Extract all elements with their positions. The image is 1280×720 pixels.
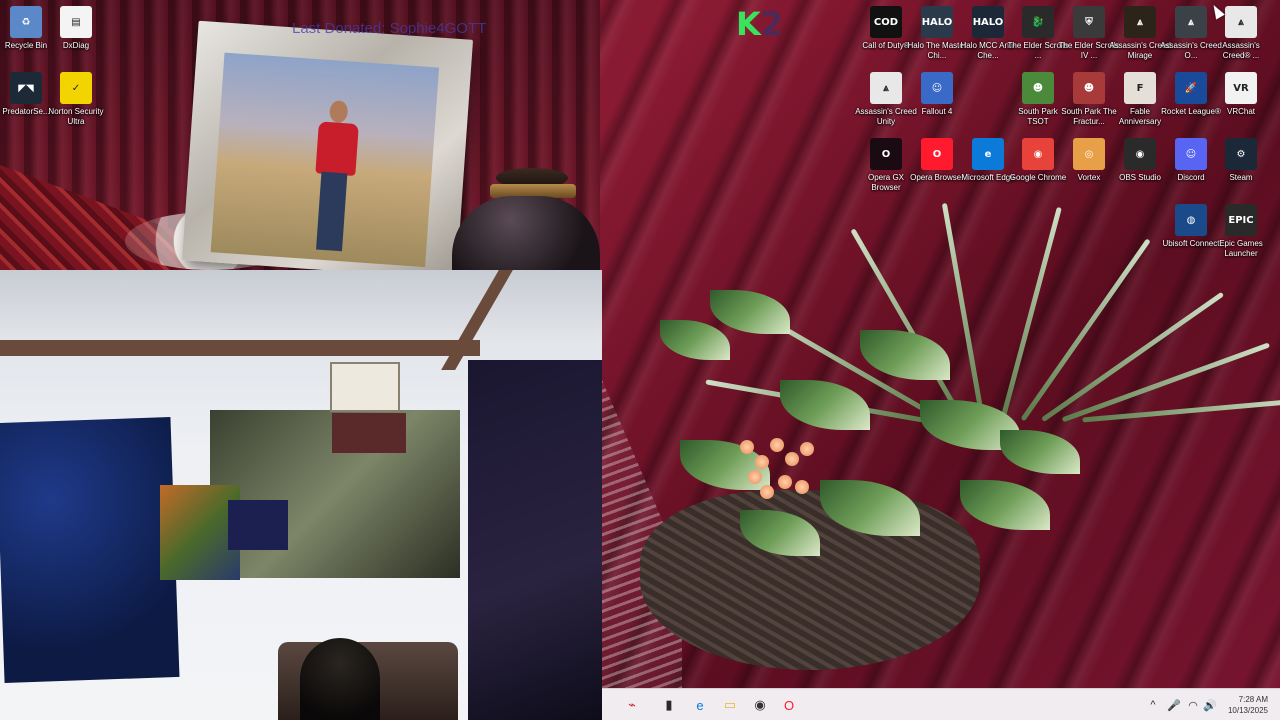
logo-two: 2	[760, 5, 784, 43]
ac-unity-icon: ⩓	[870, 72, 902, 104]
desktop-icon-label: VRChat	[1226, 107, 1255, 116]
elder-scrolls-iv-icon: ⛨	[1073, 6, 1105, 38]
desktop-icon-call-of-duty[interactable]: COD Call of Duty®	[860, 6, 912, 70]
desktop-icon-steam[interactable]: ⚙ Steam	[1215, 138, 1267, 202]
desktop-icon-opera-browser[interactable]: O Opera Browser	[910, 138, 964, 202]
desktop-icon-south-park-tsot[interactable]: ☻ South Park TSOT	[1012, 72, 1064, 136]
vortex-icon: ◎	[1073, 138, 1105, 170]
taskbar-task-view-icon[interactable]: ▮	[657, 693, 681, 717]
south-park-fractured-icon: ☻	[1073, 72, 1105, 104]
predatorsense-icon: ◤◥	[10, 72, 42, 104]
desktop-icon-obs-studio[interactable]: ◉ OBS Studio	[1114, 138, 1166, 202]
elder-scrolls-1-icon: 🐉	[1022, 6, 1054, 38]
taskbar-start-icon[interactable]: ⌁	[620, 693, 644, 717]
ac-odyssey-icon: ⩓	[1175, 6, 1207, 38]
opera-gx-icon: O	[870, 138, 902, 170]
epic-games-icon: EPIC	[1225, 204, 1257, 236]
desktop-icon-elder-scrolls-1[interactable]: 🐉 The Elder Scrolls ...	[1008, 6, 1068, 70]
tray-chevron-icon[interactable]: ^	[1146, 698, 1160, 712]
wifi-icon[interactable]: ◠	[1186, 698, 1200, 712]
microphone-icon[interactable]: 🎤	[1167, 698, 1181, 712]
microsoft-edge-icon: e	[972, 138, 1004, 170]
framed-photo	[210, 52, 440, 268]
desktop-icon-south-park-fractured[interactable]: ☻ South Park The Fractur...	[1061, 72, 1117, 136]
logo-k: K	[736, 5, 761, 43]
desktop-icon-label: Assassin's Creed® ...	[1222, 41, 1260, 60]
recycle-bin-icon: ♻	[10, 6, 42, 38]
clock-date[interactable]: 10/13/2025	[1208, 706, 1268, 715]
photo-person	[306, 99, 362, 252]
desktop-icon-dxdiag[interactable]: ▤ DxDiag	[50, 6, 102, 70]
norton-icon: ✓	[60, 72, 92, 104]
urn	[448, 168, 600, 276]
desktop-icon-discord[interactable]: ☺ Discord	[1165, 138, 1217, 202]
k2-logo: K2	[736, 5, 794, 43]
desktop-icon-label: DxDiag	[62, 41, 90, 50]
desktop-icon-opera-gx[interactable]: O Opera GX Browser	[860, 138, 912, 202]
desktop-icon-label: Epic Games Launcher	[1219, 239, 1263, 258]
picture-frame	[181, 20, 474, 280]
rocket-league-icon: 🚀	[1175, 72, 1207, 104]
desktop-icon-label: Steam	[1229, 173, 1253, 182]
taskbar-opera-icon[interactable]: O	[777, 693, 801, 717]
desktop-icon-halo-master-chief[interactable]: HALO Halo The Master Chi...	[908, 6, 967, 70]
south-park-tsot-icon: ☻	[1022, 72, 1054, 104]
halo-master-chief-icon: HALO	[921, 6, 953, 38]
google-chrome-icon: ◉	[1022, 138, 1054, 170]
fallout-4-icon: ☺	[921, 72, 953, 104]
ac-mirage-icon: ⩓	[1124, 6, 1156, 38]
desktop-icon-label: Fallout 4	[921, 107, 953, 116]
webcam-overlay	[0, 270, 602, 720]
dxdiag-icon: ▤	[60, 6, 92, 38]
desktop-icon-elder-scrolls-iv[interactable]: ⛨ The Elder Scrolls IV ...	[1059, 6, 1119, 70]
vrchat-icon: VR	[1225, 72, 1257, 104]
donation-watermark: Last Donated: Sophie4GOTT	[292, 20, 487, 37]
fable-anniversary-icon: F	[1124, 72, 1156, 104]
clock-time[interactable]: 7:28 AM	[1208, 695, 1268, 704]
taskbar-file-explorer-icon[interactable]: ▭	[718, 693, 742, 717]
discord-icon: ☺	[1175, 138, 1207, 170]
desktop-icon-vortex[interactable]: ◎ Vortex	[1063, 138, 1115, 202]
desktop-icon-google-chrome[interactable]: ◉ Google Chrome	[1010, 138, 1066, 202]
taskbar-edge-icon[interactable]: e	[688, 693, 712, 717]
desktop-icon-ac-mirage[interactable]: ⩓ Assassin's Creed Mirage	[1109, 6, 1171, 70]
ubisoft-connect-icon: ◍	[1175, 204, 1207, 236]
desktop-icon-label: Norton Security Ultra	[48, 107, 104, 126]
taskbar: ⌁ ▮ e ▭ ◉ O ^ 🎤 ◠ 🔊 7:28 AM 10/13/2025	[602, 688, 1280, 720]
steam-icon: ⚙	[1225, 138, 1257, 170]
desktop-icon-vrchat[interactable]: VR VRChat	[1215, 72, 1267, 136]
desktop-icon-rocket-league[interactable]: 🚀 Rocket League®	[1161, 72, 1221, 136]
desktop-icon-norton[interactable]: ✓ Norton Security Ultra	[48, 72, 104, 136]
ac-3-icon: ⩓	[1225, 6, 1257, 38]
opera-browser-icon: O	[921, 138, 953, 170]
halo-mcc-icon: HALO	[972, 6, 1004, 38]
desktop-icon-epic-games[interactable]: EPIC Epic Games Launcher	[1215, 204, 1267, 268]
call-of-duty-icon: COD	[870, 6, 902, 38]
obs-studio-icon: ◉	[1124, 138, 1156, 170]
desktop-icon-fallout-4[interactable]: ☺ Fallout 4	[911, 72, 963, 136]
taskbar-chrome-app-icon[interactable]: ◉	[748, 693, 772, 717]
wallpaper-plant	[620, 180, 1280, 680]
desktop-icon-ac-unity[interactable]: ⩓ Assassin's Creed Unity	[855, 72, 917, 136]
desktop-icon-fable-anniversary[interactable]: F Fable Anniversary	[1114, 72, 1166, 136]
desktop-icon-recycle-bin[interactable]: ♻ Recycle Bin	[0, 6, 52, 70]
desktop-icon-microsoft-edge[interactable]: e Microsoft Edge	[961, 138, 1015, 202]
